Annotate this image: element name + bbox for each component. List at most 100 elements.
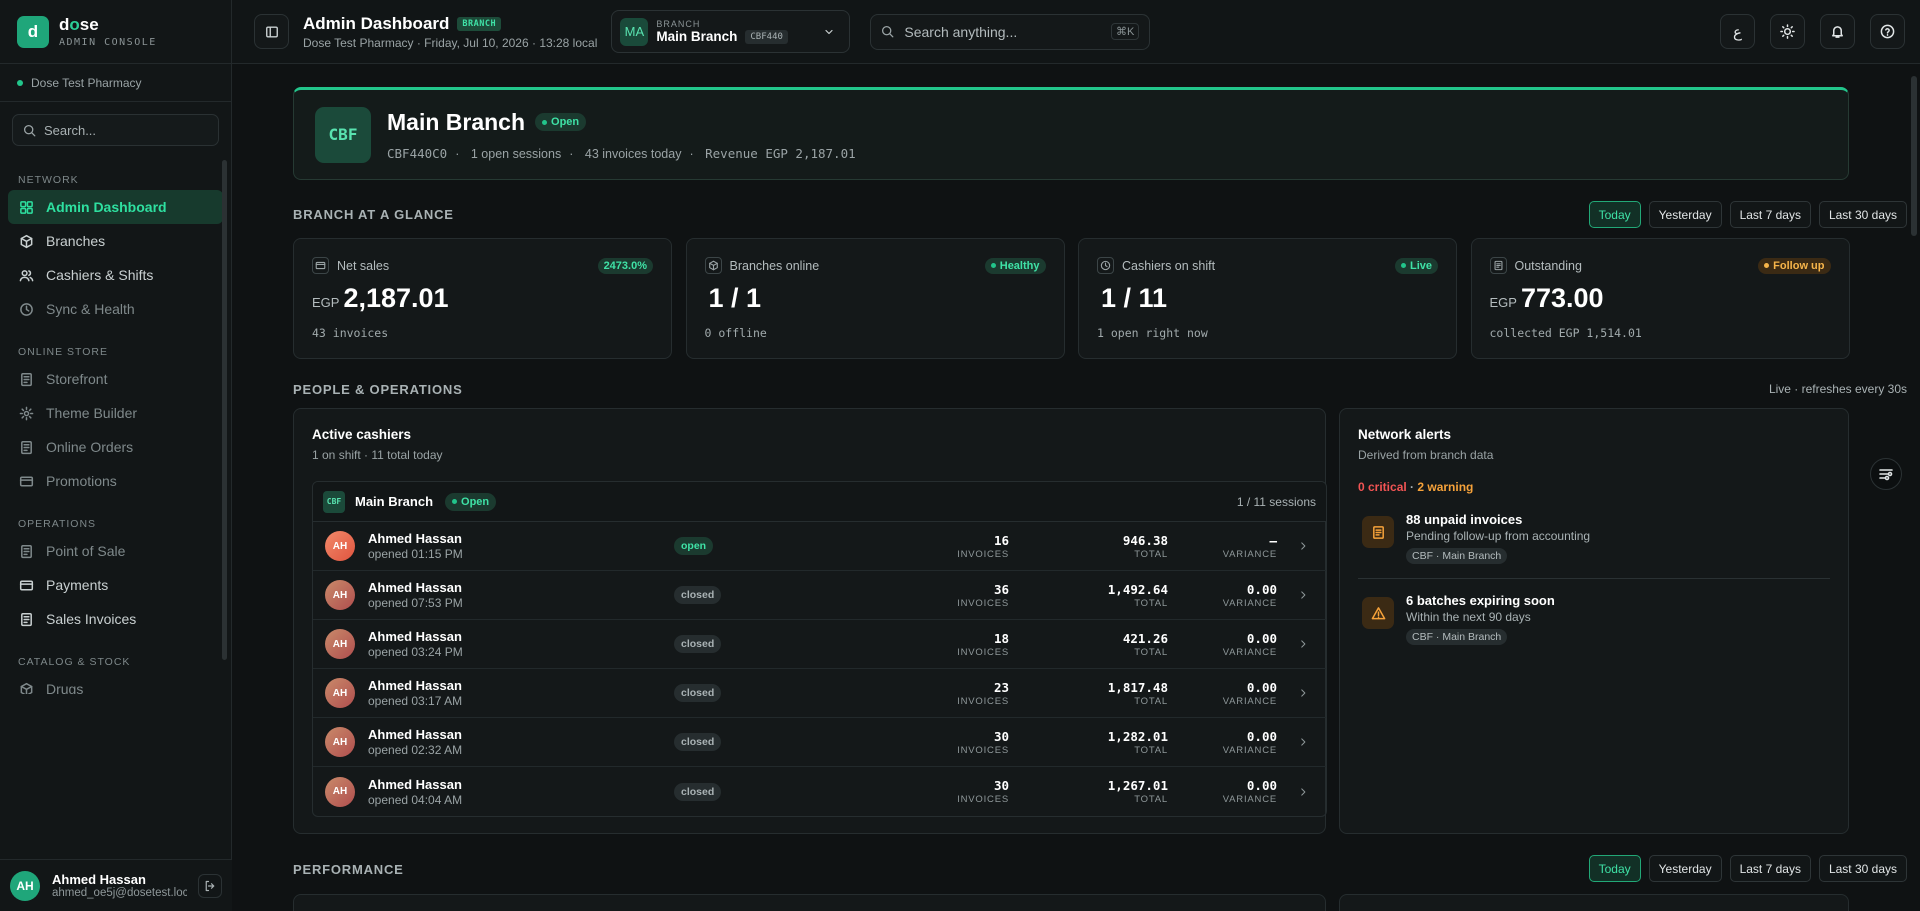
pharmacy-indicator: Dose Test Pharmacy bbox=[0, 64, 231, 102]
gear-icon bbox=[19, 406, 33, 420]
toggle-sidebar-button[interactable] bbox=[254, 14, 289, 49]
sidebar-item-label: Admin Dashboard bbox=[46, 199, 167, 215]
range-tab-today[interactable]: Today bbox=[1588, 201, 1641, 228]
status-badge: Open bbox=[445, 492, 497, 511]
global-search-input[interactable] bbox=[904, 23, 1105, 40]
table-row[interactable]: AH Ahmed Hassan opened 03:24 PM closed 18… bbox=[313, 620, 1326, 669]
chevron-right-icon bbox=[1301, 787, 1306, 796]
logout-button[interactable] bbox=[198, 873, 222, 898]
doc-icon bbox=[20, 612, 32, 626]
branch-selector[interactable]: MA BRANCH Main Branch CBF440 bbox=[611, 10, 851, 53]
sidebar-search-input[interactable] bbox=[44, 122, 194, 138]
table-row[interactable]: AH Ahmed Hassan opened 07:53 PM closed 36… bbox=[313, 571, 1326, 620]
sidebar-item-promotions[interactable]: Promotions bbox=[8, 464, 223, 498]
kpi-card-branches-online[interactable]: Branches online Healthy 1 / 1 0 offline bbox=[685, 238, 1065, 359]
doc-icon bbox=[20, 440, 32, 454]
global-search[interactable]: ⌘K bbox=[870, 13, 1151, 50]
sidebar-scrollbar[interactable] bbox=[222, 160, 227, 660]
sidebar-item-label: Promotions bbox=[46, 473, 117, 489]
session-variance: — bbox=[1269, 532, 1277, 548]
kpi-badge: 2473.0% bbox=[597, 257, 653, 274]
kpi-label: Outstanding bbox=[1514, 258, 1582, 273]
date-range-tabs: Today Yesterday Last 7 days Last 30 days bbox=[1588, 201, 1907, 228]
variance-label: VARIANCE bbox=[1222, 695, 1277, 707]
sidebar-item-label: Cashiers & Shifts bbox=[46, 267, 154, 283]
table-row[interactable]: AH Ahmed Hassan opened 03:17 AM closed 23… bbox=[313, 669, 1326, 718]
range-tab-last-30-days[interactable]: Last 30 days bbox=[1818, 201, 1907, 228]
box-icon bbox=[20, 682, 32, 694]
range-tab-last-30-days[interactable]: Last 30 days bbox=[1818, 855, 1907, 882]
range-tab-yesterday[interactable]: Yesterday bbox=[1648, 855, 1722, 882]
kpi-badge: Healthy bbox=[984, 257, 1046, 274]
kpi-subtext: collected EGP 1,514.01 bbox=[1489, 326, 1642, 340]
sidebar-item-label: Online Orders bbox=[46, 439, 134, 455]
range-tab-yesterday[interactable]: Yesterday bbox=[1648, 201, 1722, 228]
branch-code: CBF440 bbox=[745, 29, 788, 44]
sidebar-item-drugs[interactable]: Drugs bbox=[8, 672, 223, 694]
branch-sessions: 1 open sessions bbox=[470, 146, 562, 161]
invoices-count: 23 bbox=[993, 679, 1009, 695]
invoice-icon bbox=[1494, 260, 1502, 271]
help-button[interactable] bbox=[1870, 14, 1905, 49]
kpi-card-net-sales[interactable]: Net sales 2473.0% EGP 2,187.01 43 invoices bbox=[293, 238, 672, 359]
branch-group-header[interactable]: CBF Main Branch Open 1 / 11 sessions bbox=[313, 482, 1326, 522]
sidebar-item-cashiers-shifts[interactable]: Cashiers & Shifts bbox=[8, 258, 223, 292]
table-row[interactable]: AH Ahmed Hassan opened 02:32 AM closed 30… bbox=[313, 718, 1326, 767]
brand[interactable]: d dose ADMIN CONSOLE bbox=[0, 0, 231, 64]
variance-label: VARIANCE bbox=[1222, 794, 1277, 805]
sidebar-item-point-of-sale[interactable]: Point of Sale bbox=[8, 534, 223, 568]
kpi-card-outstanding[interactable]: Outstanding Follow up EGP 773.00 collected… bbox=[1470, 238, 1850, 359]
box-icon bbox=[708, 260, 718, 271]
nav-section-title: CATALOG & STOCK bbox=[18, 656, 131, 668]
sidebar-item-theme-builder[interactable]: Theme Builder bbox=[8, 396, 223, 430]
session-status-badge: closed bbox=[674, 782, 722, 801]
main-scrollbar[interactable] bbox=[1911, 76, 1917, 236]
search-icon bbox=[23, 124, 36, 136]
filter-fab[interactable] bbox=[1870, 458, 1902, 490]
sidebar-item-sales-invoices[interactable]: Sales Invoices bbox=[8, 602, 223, 636]
session-total: 1,267.01 bbox=[1107, 778, 1168, 793]
box-icon-wrap bbox=[18, 233, 34, 249]
sidebar-item-branches[interactable]: Branches bbox=[8, 224, 223, 258]
session-status-badge: open bbox=[674, 537, 714, 555]
currency-button[interactable]: ع bbox=[1720, 14, 1755, 49]
sidebar-item-admin-dashboard[interactable]: Admin Dashboard bbox=[8, 190, 223, 224]
sidebar-item-storefront[interactable]: Storefront bbox=[8, 362, 223, 396]
sidebar-item-label: Branches bbox=[46, 233, 106, 249]
sidebar-item-sync-health[interactable]: Sync & Health bbox=[8, 292, 223, 326]
card-subtitle: Derived from branch data bbox=[1358, 448, 1494, 462]
mode-badge: BRANCH bbox=[457, 16, 502, 31]
theme-toggle-button[interactable] bbox=[1770, 14, 1805, 49]
range-tab-last-7-days[interactable]: Last 7 days bbox=[1729, 855, 1811, 882]
table-row[interactable]: AH Ahmed Hassan opened 01:15 PM open 16 IN… bbox=[313, 522, 1326, 571]
critical-count: 0 critical bbox=[1358, 480, 1407, 494]
kpi-card-cashiers-on-shift[interactable]: Cashiers on shift Live 1 / 11 1 open righ… bbox=[1078, 238, 1457, 359]
session-status-badge: closed bbox=[674, 733, 722, 751]
range-tab-last-7-days[interactable]: Last 7 days bbox=[1729, 201, 1811, 228]
branch-revenue: Revenue EGP 2,187.01 bbox=[705, 145, 856, 161]
session-status-badge: closed bbox=[674, 586, 722, 604]
sidebar-search[interactable] bbox=[12, 114, 219, 146]
notifications-button[interactable] bbox=[1820, 14, 1855, 49]
table-row[interactable]: AH Ahmed Hassan opened 04:04 AM closed 30… bbox=[313, 767, 1326, 816]
alert-item[interactable]: 88 unpaid invoices Pending follow-up fro… bbox=[1358, 498, 1830, 579]
sun-icon bbox=[1780, 24, 1795, 39]
sidebar-item-online-orders[interactable]: Online Orders bbox=[8, 430, 223, 464]
variance-label: VARIANCE bbox=[1222, 744, 1277, 756]
warning-count: 2 warning bbox=[1417, 480, 1474, 494]
variance-label: VARIANCE bbox=[1222, 646, 1277, 658]
branch-invoices: 43 invoices today bbox=[584, 146, 682, 161]
alert-item[interactable]: 6 batches expiring soon Within the next … bbox=[1358, 579, 1830, 659]
nav-section-title: ONLINE STORE bbox=[18, 346, 108, 358]
invoice-icon bbox=[1372, 525, 1384, 539]
sidebar-item-label: Storefront bbox=[46, 371, 108, 387]
user-profile[interactable]: AH Ahmed Hassan ahmed_oe5j@dosetest.loca… bbox=[0, 859, 232, 911]
range-tab-today[interactable]: Today bbox=[1588, 855, 1641, 882]
users-icon-wrap bbox=[18, 267, 34, 283]
sidebar-item-payments[interactable]: Payments bbox=[8, 568, 223, 602]
page-subtitle: Dose Test Pharmacy · Friday, Jul 10, 202… bbox=[303, 35, 598, 50]
session-status-badge: closed bbox=[674, 684, 722, 702]
box-icon bbox=[20, 234, 32, 248]
brand-subtitle: ADMIN CONSOLE bbox=[59, 37, 157, 48]
shortcut-hint: ⌘K bbox=[1111, 23, 1140, 40]
